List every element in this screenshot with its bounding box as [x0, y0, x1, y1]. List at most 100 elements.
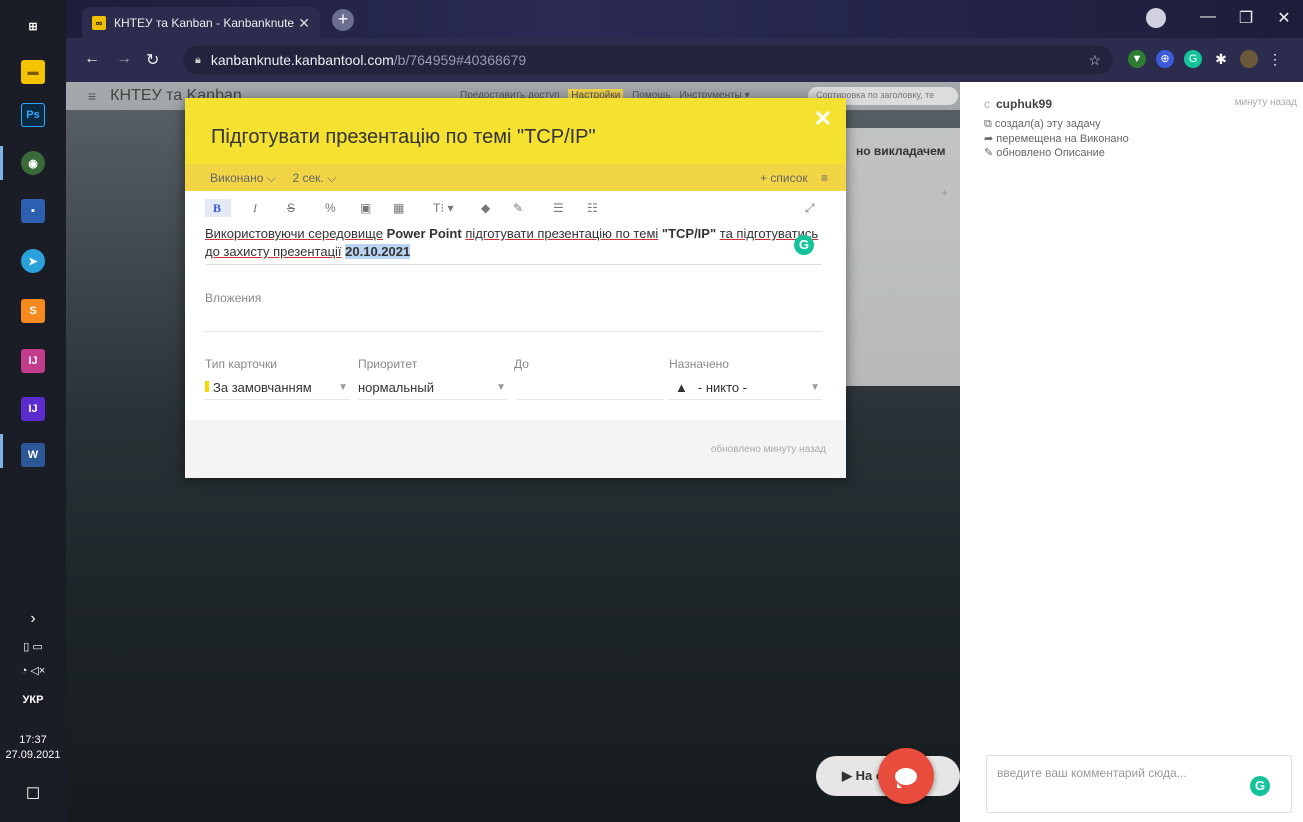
chrome-icon[interactable]: ◉ — [21, 151, 45, 175]
jetbrains-ide-2-icon[interactable]: IJ — [21, 397, 45, 421]
globe-extension-icon[interactable]: ⊕ — [1156, 50, 1174, 68]
column-header[interactable]: но викладачем — [846, 128, 960, 158]
board-menu-icon[interactable]: ≡ — [88, 88, 96, 104]
profile-avatar-icon[interactable] — [1240, 50, 1258, 68]
link-icon[interactable]: % — [325, 201, 336, 215]
reload-icon[interactable]: ↻ — [146, 50, 159, 70]
updated-timestamp: обновлено минуту назад — [710, 444, 826, 455]
copy-icon: ⧉ — [984, 118, 995, 130]
due-label: До — [514, 357, 529, 371]
text-size-dropdown[interactable]: T⁝ ▾ — [433, 201, 454, 215]
windows-start-icon[interactable]: ⊞ — [21, 14, 45, 38]
grammarly-extension-icon[interactable]: G — [1184, 50, 1202, 68]
card-type-select[interactable]: За замовчанням ▼ — [205, 380, 350, 400]
back-icon[interactable]: ← — [84, 50, 100, 68]
italic-button[interactable]: I — [253, 201, 257, 216]
active-app-indicator — [0, 146, 3, 180]
clock-time[interactable]: 17:37 — [0, 734, 66, 746]
activity-time: минуту назад — [1234, 97, 1297, 108]
add-card-icon[interactable]: + — [941, 186, 948, 200]
table-icon[interactable]: ▦ — [393, 201, 404, 215]
browser-tabstrip: ∞ КНТЕУ та Kanban - Kanbanknute ✕ + — ❐ … — [66, 0, 1303, 38]
shield-extension-icon[interactable]: ▼ — [1128, 50, 1146, 68]
notifications-icon[interactable]: ☐ — [0, 784, 66, 804]
browser-menu-icon[interactable]: ⋮ — [1266, 50, 1284, 68]
strikethrough-button[interactable]: S — [287, 201, 295, 215]
comment-input[interactable]: введите ваш комментарий сюда... — [986, 755, 1292, 813]
forward-icon[interactable]: → — [116, 50, 132, 68]
card-header: Підготувати презентацію по темі "TCP/IP"… — [185, 98, 846, 191]
bookmark-star-icon[interactable]: ☆ — [1088, 52, 1101, 69]
maximize-button[interactable]: ❐ — [1234, 8, 1258, 28]
profile-icon[interactable] — [1146, 8, 1166, 28]
text-color-icon[interactable]: ◆ — [481, 201, 490, 215]
minimize-button[interactable]: — — [1196, 8, 1220, 26]
eraser-icon[interactable]: ✎ — [513, 201, 523, 215]
sublime-text-icon[interactable]: S — [21, 299, 45, 323]
tab-close-icon[interactable]: ✕ — [298, 15, 310, 32]
grammarly-comment-icon[interactable]: G — [1250, 776, 1270, 796]
windows-taskbar: ⊞ ▬ Ps ◉ ▪ ➤ S IJ IJ W › ▯ ▭ ◔ ◁× УКР 17… — [0, 0, 66, 822]
board-column: но викладачем + — [846, 128, 960, 386]
attachments-label[interactable]: Вложения — [205, 291, 261, 305]
browser-tab[interactable]: ∞ КНТЕУ та Kanban - Kanbanknute ✕ — [82, 7, 320, 38]
type-color-marker — [205, 381, 209, 392]
jetbrains-ide-icon[interactable]: IJ — [21, 349, 45, 373]
language-indicator[interactable]: УКР — [0, 694, 66, 706]
chevron-down-icon: ▼ — [810, 382, 820, 393]
tray-chevron-icon[interactable]: › — [0, 610, 66, 628]
wifi-volume-icon[interactable]: ◔ ◁× — [0, 664, 66, 677]
extensions-puzzle-icon[interactable]: ✱ — [1212, 50, 1230, 68]
kanban-favicon-icon: ∞ — [92, 15, 106, 30]
activity-user: c cuphuk99 — [984, 97, 1053, 111]
activity-item-updated: ✎ обновлено Описание — [984, 147, 1105, 159]
grammarly-icon[interactable]: G — [794, 235, 814, 255]
attachments-divider — [205, 331, 822, 332]
editor-toolbar: B I S % ▣ ▦ T⁝ ▾ ◆ ✎ ☰ ☷ ⤢ — [205, 199, 825, 219]
tab-title: КНТЕУ та Kanban - Kanbanknute — [114, 15, 295, 30]
save-app-icon[interactable]: ▪ — [21, 199, 45, 223]
assignee-select[interactable]: ▲ - никто - ▼ — [669, 380, 822, 400]
card-type-label: Тип карточки — [205, 357, 277, 371]
arrow-icon: ➦ — [984, 133, 997, 145]
card-modal: Підготувати презентацію по темі "TCP/IP"… — [185, 98, 846, 478]
selected-date[interactable]: 20.10.2021 — [345, 244, 411, 259]
assigned-label: Назначено — [669, 357, 729, 371]
due-date-input[interactable] — [516, 380, 664, 400]
clock-date[interactable]: 27.09.2021 — [0, 749, 66, 761]
close-modal-icon[interactable]: ✕ — [814, 106, 832, 132]
usb-battery-icon[interactable]: ▯ ▭ — [0, 640, 66, 653]
word-icon[interactable]: W — [21, 443, 45, 467]
chat-bubble-icon — [895, 767, 917, 788]
editor-divider — [205, 264, 822, 265]
list-menu-icon[interactable]: ≡ — [821, 171, 828, 185]
duration-dropdown[interactable]: 2 сек. ⌵ — [292, 171, 336, 185]
card-title[interactable]: Підготувати презентацію по темі "TCP/IP" — [211, 126, 596, 149]
url-domain: kanbanknute.kanbantool.com — [210, 52, 394, 68]
priority-label: Приоритет — [358, 357, 418, 371]
image-icon[interactable]: ▣ — [360, 201, 371, 215]
status-dropdown[interactable]: Виконано ⌵ — [210, 171, 276, 185]
card-subheader: Виконано ⌵ 2 сек. ⌵ + список ≡ — [185, 164, 846, 191]
activity-item-created: ⧉ создал(а) эту задачу — [984, 118, 1101, 130]
card-footer: обновлено минуту назад — [185, 420, 846, 478]
file-explorer-icon[interactable]: ▬ — [21, 60, 45, 84]
new-tab-button[interactable]: + — [332, 9, 354, 31]
photoshop-icon[interactable]: Ps — [21, 103, 45, 127]
chat-button[interactable] — [878, 748, 934, 804]
expand-editor-icon[interactable]: ⤢ — [805, 201, 815, 216]
close-window-button[interactable]: ✕ — [1272, 8, 1296, 28]
activity-panel: c cuphuk99 минуту назад ⧉ создал(а) эту з… — [960, 82, 1303, 822]
active-app-indicator-2 — [0, 434, 3, 468]
priority-select[interactable]: нормальный ▼ — [358, 380, 508, 400]
numbered-list-icon[interactable]: ☷ — [587, 201, 598, 215]
telegram-icon[interactable]: ➤ — [21, 249, 45, 273]
chevron-down-icon: ▼ — [496, 382, 506, 393]
bullet-list-icon[interactable]: ☰ — [553, 201, 564, 215]
bold-button[interactable]: B — [205, 199, 231, 217]
lock-icon[interactable]: 🔒︎ — [195, 54, 201, 67]
activity-item-moved: ➦ перемещена на Виконано — [984, 133, 1129, 145]
description-editor[interactable]: Використовуючи середовище Power Point пі… — [205, 225, 822, 261]
address-bar[interactable]: 🔒︎ kanbanknute.kanbantool.com /b/764959#… — [183, 46, 1113, 74]
add-list-button[interactable]: + список — [760, 171, 808, 185]
